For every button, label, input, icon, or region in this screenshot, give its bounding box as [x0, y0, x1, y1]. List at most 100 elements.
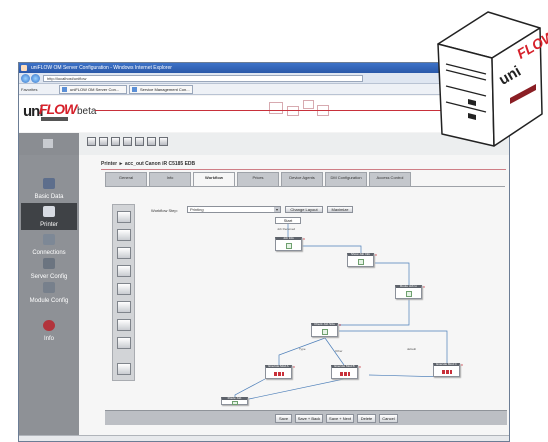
- database-icon: [43, 178, 55, 189]
- header-decoration: [287, 106, 299, 116]
- close-icon[interactable]: x: [339, 322, 341, 327]
- info-icon: [43, 320, 55, 331]
- money-bag-icon[interactable]: [117, 283, 131, 295]
- report-icon[interactable]: [117, 337, 131, 349]
- close-icon[interactable]: x: [375, 252, 377, 257]
- edit-icon[interactable]: [99, 137, 108, 146]
- address-input[interactable]: http://localhost/uniflow: [43, 75, 363, 82]
- tab-info[interactable]: Info: [149, 172, 191, 186]
- back-icon[interactable]: [21, 74, 30, 83]
- server-tower-icon: [437, 11, 543, 147]
- print-icon[interactable]: [147, 137, 156, 146]
- action-bar: Save Save + Back Save + Next Delete Canc…: [105, 410, 507, 425]
- wrench-icon[interactable]: [117, 319, 131, 331]
- main-panel: Printer ► acc_out Canon iR C5185 EDB Gen…: [79, 155, 509, 441]
- tab-workflow[interactable]: Workflow: [193, 172, 235, 186]
- header-decoration: [303, 100, 314, 109]
- close-icon[interactable]: x: [423, 284, 425, 289]
- branch-label: Other: [335, 349, 343, 353]
- network-icon: [43, 234, 55, 245]
- close-icon[interactable]: x: [359, 364, 361, 369]
- new-icon[interactable]: [87, 137, 96, 146]
- forward-icon[interactable]: [31, 74, 40, 83]
- tab-device-agents[interactable]: Device Agents: [281, 172, 323, 186]
- title-divider: [101, 169, 506, 170]
- logo-flow: FLOW: [39, 101, 77, 117]
- maximize-button[interactable]: Maximize: [327, 206, 353, 213]
- branch-label: default: [407, 347, 417, 351]
- list-icon[interactable]: [117, 229, 131, 241]
- start-event-label: Job Received: [277, 227, 296, 231]
- copy-icon[interactable]: [111, 137, 120, 146]
- save-next-button[interactable]: Save + Next: [326, 414, 354, 423]
- connector: [234, 378, 266, 398]
- tab-access-control[interactable]: Access Control: [369, 172, 411, 186]
- page-icon: [132, 87, 137, 92]
- toolbar-left-panel: [19, 133, 79, 155]
- connector: [375, 262, 410, 285]
- tab-general[interactable]: General: [105, 172, 147, 186]
- sidebar-item-module-config[interactable]: Module Config: [21, 279, 77, 306]
- tab-prices[interactable]: Prices: [237, 172, 279, 186]
- tab-divider: [105, 186, 505, 187]
- delete-button[interactable]: Delete: [357, 414, 376, 423]
- cancel-button[interactable]: Cancel: [379, 414, 398, 423]
- puzzle-icon: [43, 282, 55, 293]
- workflow-node[interactable]: Route Job to x: [395, 284, 425, 299]
- printer-icon: [442, 370, 452, 374]
- tab-dm-configuration[interactable]: DM Configuration: [325, 172, 367, 186]
- connector: [339, 330, 448, 363]
- page-icon: [62, 87, 67, 92]
- window-title: uniFLOW OM Server Configuration - Window…: [31, 65, 172, 71]
- document-icon: [322, 329, 328, 335]
- grid-icon[interactable]: [43, 139, 53, 148]
- workflow-step-label: Workflow Step:: [151, 208, 178, 213]
- favorites-button[interactable]: Favorites: [21, 86, 37, 93]
- search-icon[interactable]: [135, 137, 144, 146]
- document-icon[interactable]: [117, 211, 131, 223]
- close-icon[interactable]: x: [293, 364, 295, 369]
- browser-tab[interactable]: Service Management Con...: [129, 85, 193, 94]
- sidebar-item-info[interactable]: Info: [21, 317, 77, 344]
- page-icon[interactable]: [117, 301, 131, 313]
- workflow-node[interactable]: Check Job Size x: [311, 322, 341, 337]
- header-decoration: [269, 102, 283, 114]
- document-icon: [406, 291, 412, 297]
- workflow-step-select[interactable]: Printing ▾: [187, 206, 281, 213]
- printer-icon: [274, 372, 284, 376]
- sidebar-item-server-config[interactable]: Server Config: [21, 255, 77, 282]
- workflow-element-palette: [112, 204, 135, 381]
- workflow-node[interactable]: Job Info x: [275, 236, 305, 251]
- sidebar-item-basic-data[interactable]: Basic Data: [21, 175, 77, 202]
- connector: [302, 245, 362, 253]
- connector: [248, 378, 345, 400]
- sidebar-item-printer[interactable]: Printer: [21, 203, 77, 230]
- workflow-node[interactable]: Execute Mod A x: [265, 364, 295, 379]
- delete-icon[interactable]: [123, 137, 132, 146]
- edition-label: beta: [77, 106, 97, 117]
- branch-label: Type: [299, 347, 306, 351]
- save-button[interactable]: Save: [275, 414, 292, 423]
- save-back-button[interactable]: Save + Back: [295, 414, 323, 423]
- help-icon[interactable]: [159, 137, 168, 146]
- sidebar-item-connections[interactable]: Connections: [21, 231, 77, 258]
- workflow-node[interactable]: Execute Mod B x: [331, 364, 361, 379]
- document-icon: [358, 259, 364, 265]
- workflow-node[interactable]: Route Job: [221, 397, 248, 405]
- start-node[interactable]: Start: [275, 217, 301, 224]
- printer-icon: [340, 372, 350, 376]
- change-layout-button[interactable]: Change Layout: [285, 206, 323, 213]
- file-icon[interactable]: [117, 247, 131, 259]
- workflow-node[interactable]: Execute Mod C x: [433, 362, 463, 377]
- connector: [278, 337, 326, 365]
- close-icon[interactable]: x: [303, 236, 305, 241]
- tool-icon[interactable]: [117, 363, 131, 375]
- copy-icon[interactable]: [117, 265, 131, 277]
- server-illustration: uni FLOW: [432, 0, 548, 150]
- server-icon: [43, 258, 55, 269]
- browser-tab[interactable]: uniFLOW OM Server Con...: [59, 85, 127, 94]
- page-title: Printer ► acc_out Canon iR C5185 EDB: [101, 161, 196, 167]
- logo-bar: [41, 117, 68, 121]
- workflow-node[interactable]: Show Job Info x: [347, 252, 377, 267]
- close-icon[interactable]: x: [461, 362, 463, 367]
